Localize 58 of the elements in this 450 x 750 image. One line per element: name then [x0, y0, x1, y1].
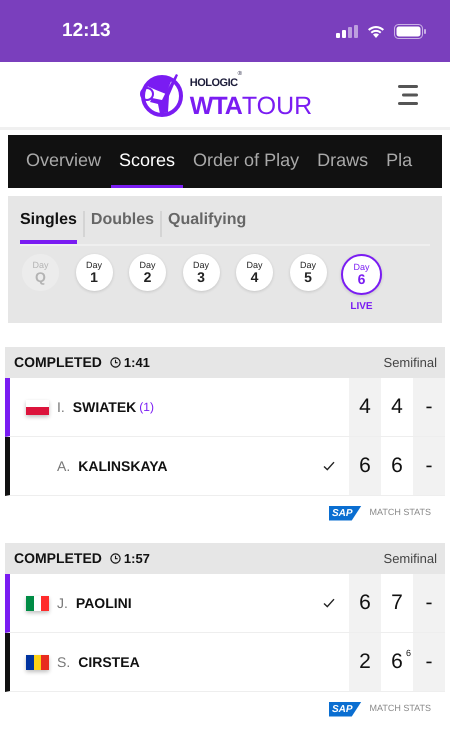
clock-icon: [110, 553, 121, 564]
sub-tab[interactable]: Singles: [20, 204, 77, 244]
set-score: 6: [359, 453, 371, 480]
set-score: 7: [391, 590, 403, 616]
sub-tab[interactable]: Qualifying: [168, 204, 246, 244]
day-button[interactable]: Day 2: [129, 254, 166, 291]
set-score: 6: [359, 590, 371, 616]
set-score: 6: [391, 453, 403, 480]
nav-tab[interactable]: Order of Play: [193, 135, 300, 188]
live-label: LIVE: [350, 300, 373, 314]
nav-tab[interactable]: Pla: [386, 135, 412, 188]
player-name: SWIATEK: [72, 398, 136, 416]
match-stats-link[interactable]: MATCH STATS: [370, 702, 431, 716]
day-button[interactable]: Day 5: [290, 254, 326, 291]
set-score: -: [426, 590, 432, 616]
day-button[interactable]: Day 4: [236, 254, 273, 291]
sponsor-logo: SAP: [328, 702, 362, 716]
player-initial: S.: [57, 652, 70, 672]
match-status: COMPLETED: [14, 353, 102, 372]
match-status: COMPLETED: [14, 549, 102, 568]
player-seed: (1): [139, 399, 154, 416]
set-score: -: [426, 394, 432, 420]
wifi-icon: [366, 24, 386, 38]
tiebreak-score: 6: [406, 647, 411, 660]
match-duration: 1:41: [124, 354, 150, 372]
match-round: Semifinal: [384, 550, 437, 568]
set-score: -: [426, 649, 432, 676]
sponsor-logo: SAP: [328, 506, 362, 520]
set-score: 2: [359, 649, 371, 676]
logo-brand: HOLOGIC: [190, 77, 238, 89]
logo-tour: TOUR: [242, 94, 312, 119]
day-button[interactable]: Day 3: [182, 254, 220, 291]
set-score: 6: [391, 649, 403, 676]
match-stats-link[interactable]: MATCH STATS: [370, 506, 431, 520]
player-name: PAOLINI: [76, 594, 132, 612]
logo-wta: WTA: [190, 94, 242, 119]
clock-icon: [110, 357, 121, 368]
nav-tab[interactable]: Draws: [317, 135, 368, 188]
player-initial: I.: [57, 398, 65, 416]
player-initial: J.: [57, 594, 68, 612]
player-name: KALINSKAYA: [78, 456, 168, 476]
match-round: Semifinal: [384, 354, 437, 372]
signal-icon: [336, 24, 358, 38]
day-button[interactable]: Day 6: [341, 254, 382, 295]
menu-button[interactable]: [396, 82, 420, 108]
match-duration: 1:57: [124, 550, 150, 568]
menu-icon: [396, 82, 420, 107]
sub-tab[interactable]: Doubles: [90, 204, 154, 244]
player-initial: A.: [57, 456, 70, 476]
player-name: CIRSTEA: [78, 652, 140, 672]
set-score: 4: [391, 394, 403, 420]
day-button[interactable]: Day 1: [76, 254, 112, 291]
set-score: -: [426, 453, 432, 480]
status-time: 12:13: [62, 18, 111, 43]
set-score: 4: [359, 394, 371, 420]
nav-tab[interactable]: Scores: [111, 135, 184, 188]
battery-icon: [394, 24, 426, 38]
nav-tab[interactable]: Overview: [26, 135, 102, 188]
